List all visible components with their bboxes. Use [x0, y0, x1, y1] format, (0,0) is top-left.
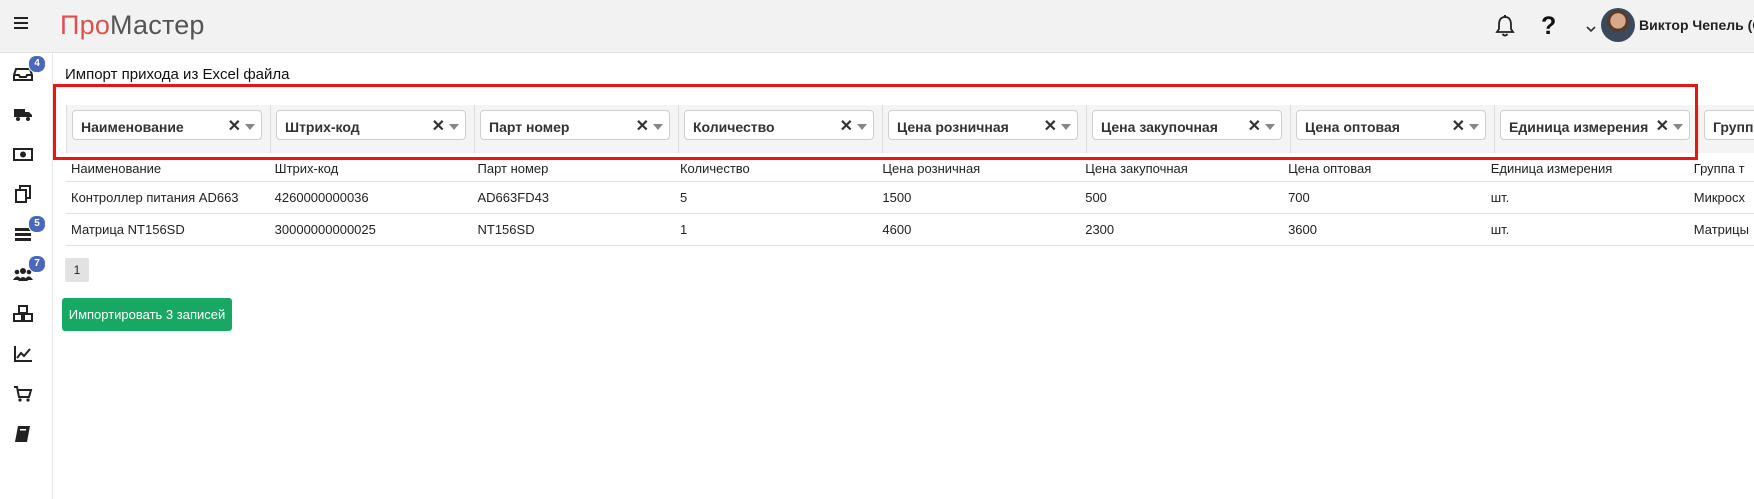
help-icon[interactable]: ? — [1541, 12, 1556, 41]
column-header: Цена розничная — [877, 155, 1081, 182]
money-icon — [13, 148, 33, 161]
sidebar-item-list[interactable]: 5 — [13, 215, 46, 244]
sidebar-item-shop[interactable] — [13, 384, 35, 404]
column-header: Парт номер — [472, 155, 675, 182]
sidebar-item-delivery[interactable] — [13, 104, 35, 124]
select-value: Групп — [1713, 119, 1754, 135]
logo[interactable]: ПроМастер — [60, 10, 205, 41]
table-cell: 3600 — [1283, 213, 1486, 246]
table-header-row: Наименование Штрих-код Парт номер Количе… — [66, 155, 1754, 182]
table-row: Матрица NT156SD 30000000000025 NT156SD 1… — [66, 213, 1754, 246]
page-title: Импорт прихода из Excel файла — [65, 66, 290, 83]
mapping-cell: Групп — [1698, 105, 1754, 153]
badge-count: 5 — [28, 215, 46, 233]
table-cell: NT156SD — [472, 213, 675, 246]
sidebar: 4 5 7 — [0, 53, 53, 499]
table-cell: 500 — [1080, 181, 1284, 214]
cart-icon — [14, 386, 33, 402]
import-preview-table: Наименование Штрих-код Парт номер Количе… — [66, 155, 1754, 246]
cubes-icon — [13, 305, 33, 322]
sidebar-item-documents[interactable] — [13, 184, 35, 204]
column-header: Наименование — [66, 155, 270, 182]
sidebar-item-money[interactable] — [13, 144, 35, 164]
table-cell: шт. — [1485, 181, 1689, 214]
table-cell: 30000000000025 — [269, 213, 473, 246]
truck-icon — [14, 109, 32, 121]
sidebar-item-clients[interactable]: 7 — [13, 255, 46, 284]
sidebar-item-inbox[interactable]: 4 — [13, 55, 46, 84]
table-cell: Матрицы — [1688, 213, 1754, 246]
table-cell: 4260000000036 — [269, 181, 473, 214]
table-cell: Контроллер питания AD663 — [66, 181, 270, 214]
copy-icon — [15, 185, 31, 203]
column-header: Количество — [674, 155, 878, 182]
user-name[interactable]: Виктор Чепель (С — [1639, 17, 1754, 33]
column-header: Цена оптовая — [1283, 155, 1486, 182]
sidebar-item-reports[interactable] — [13, 344, 35, 364]
badge-count: 7 — [28, 255, 46, 273]
column-header: Группа т — [1688, 155, 1754, 182]
table-cell: 2300 — [1080, 213, 1284, 246]
logo-part-master: Мастер — [110, 10, 205, 40]
menu-icon[interactable] — [14, 17, 28, 31]
table-cell: Матрица NT156SD — [66, 213, 270, 246]
book-icon — [15, 426, 30, 442]
pagination-page-button[interactable]: 1 — [65, 258, 89, 282]
column-header: Цена закупочная — [1080, 155, 1284, 182]
column-header: Штрих-код — [269, 155, 473, 182]
top-bar: ПроМастер ? Виктор Чепель (С — [0, 0, 1754, 53]
sidebar-item-warehouse[interactable] — [13, 304, 35, 324]
table-cell: 4600 — [877, 213, 1081, 246]
sidebar-item-library[interactable] — [13, 424, 35, 444]
table-cell: 1500 — [877, 181, 1081, 214]
table-cell: 700 — [1283, 181, 1486, 214]
table-row: Контроллер питания AD663 4260000000036 A… — [66, 181, 1754, 214]
column-mapping-select[interactable]: Групп — [1704, 110, 1754, 140]
table-cell: шт. — [1485, 213, 1689, 246]
avatar[interactable] — [1601, 8, 1635, 42]
logo-part-pro: Про — [60, 10, 111, 40]
import-button[interactable]: Импортировать 3 записей — [62, 298, 232, 331]
table-cell: Микросх — [1688, 181, 1754, 214]
badge-count: 4 — [28, 55, 46, 73]
table-cell: 1 — [674, 213, 878, 246]
column-header: Единица измерения — [1485, 155, 1689, 182]
mapping-highlight-frame — [53, 84, 1698, 160]
chevron-down-icon[interactable] — [1586, 20, 1596, 33]
chart-line-icon — [14, 346, 32, 362]
table-cell: AD663FD43 — [472, 181, 675, 214]
bell-icon[interactable] — [1494, 14, 1516, 38]
table-cell: 5 — [674, 181, 878, 214]
